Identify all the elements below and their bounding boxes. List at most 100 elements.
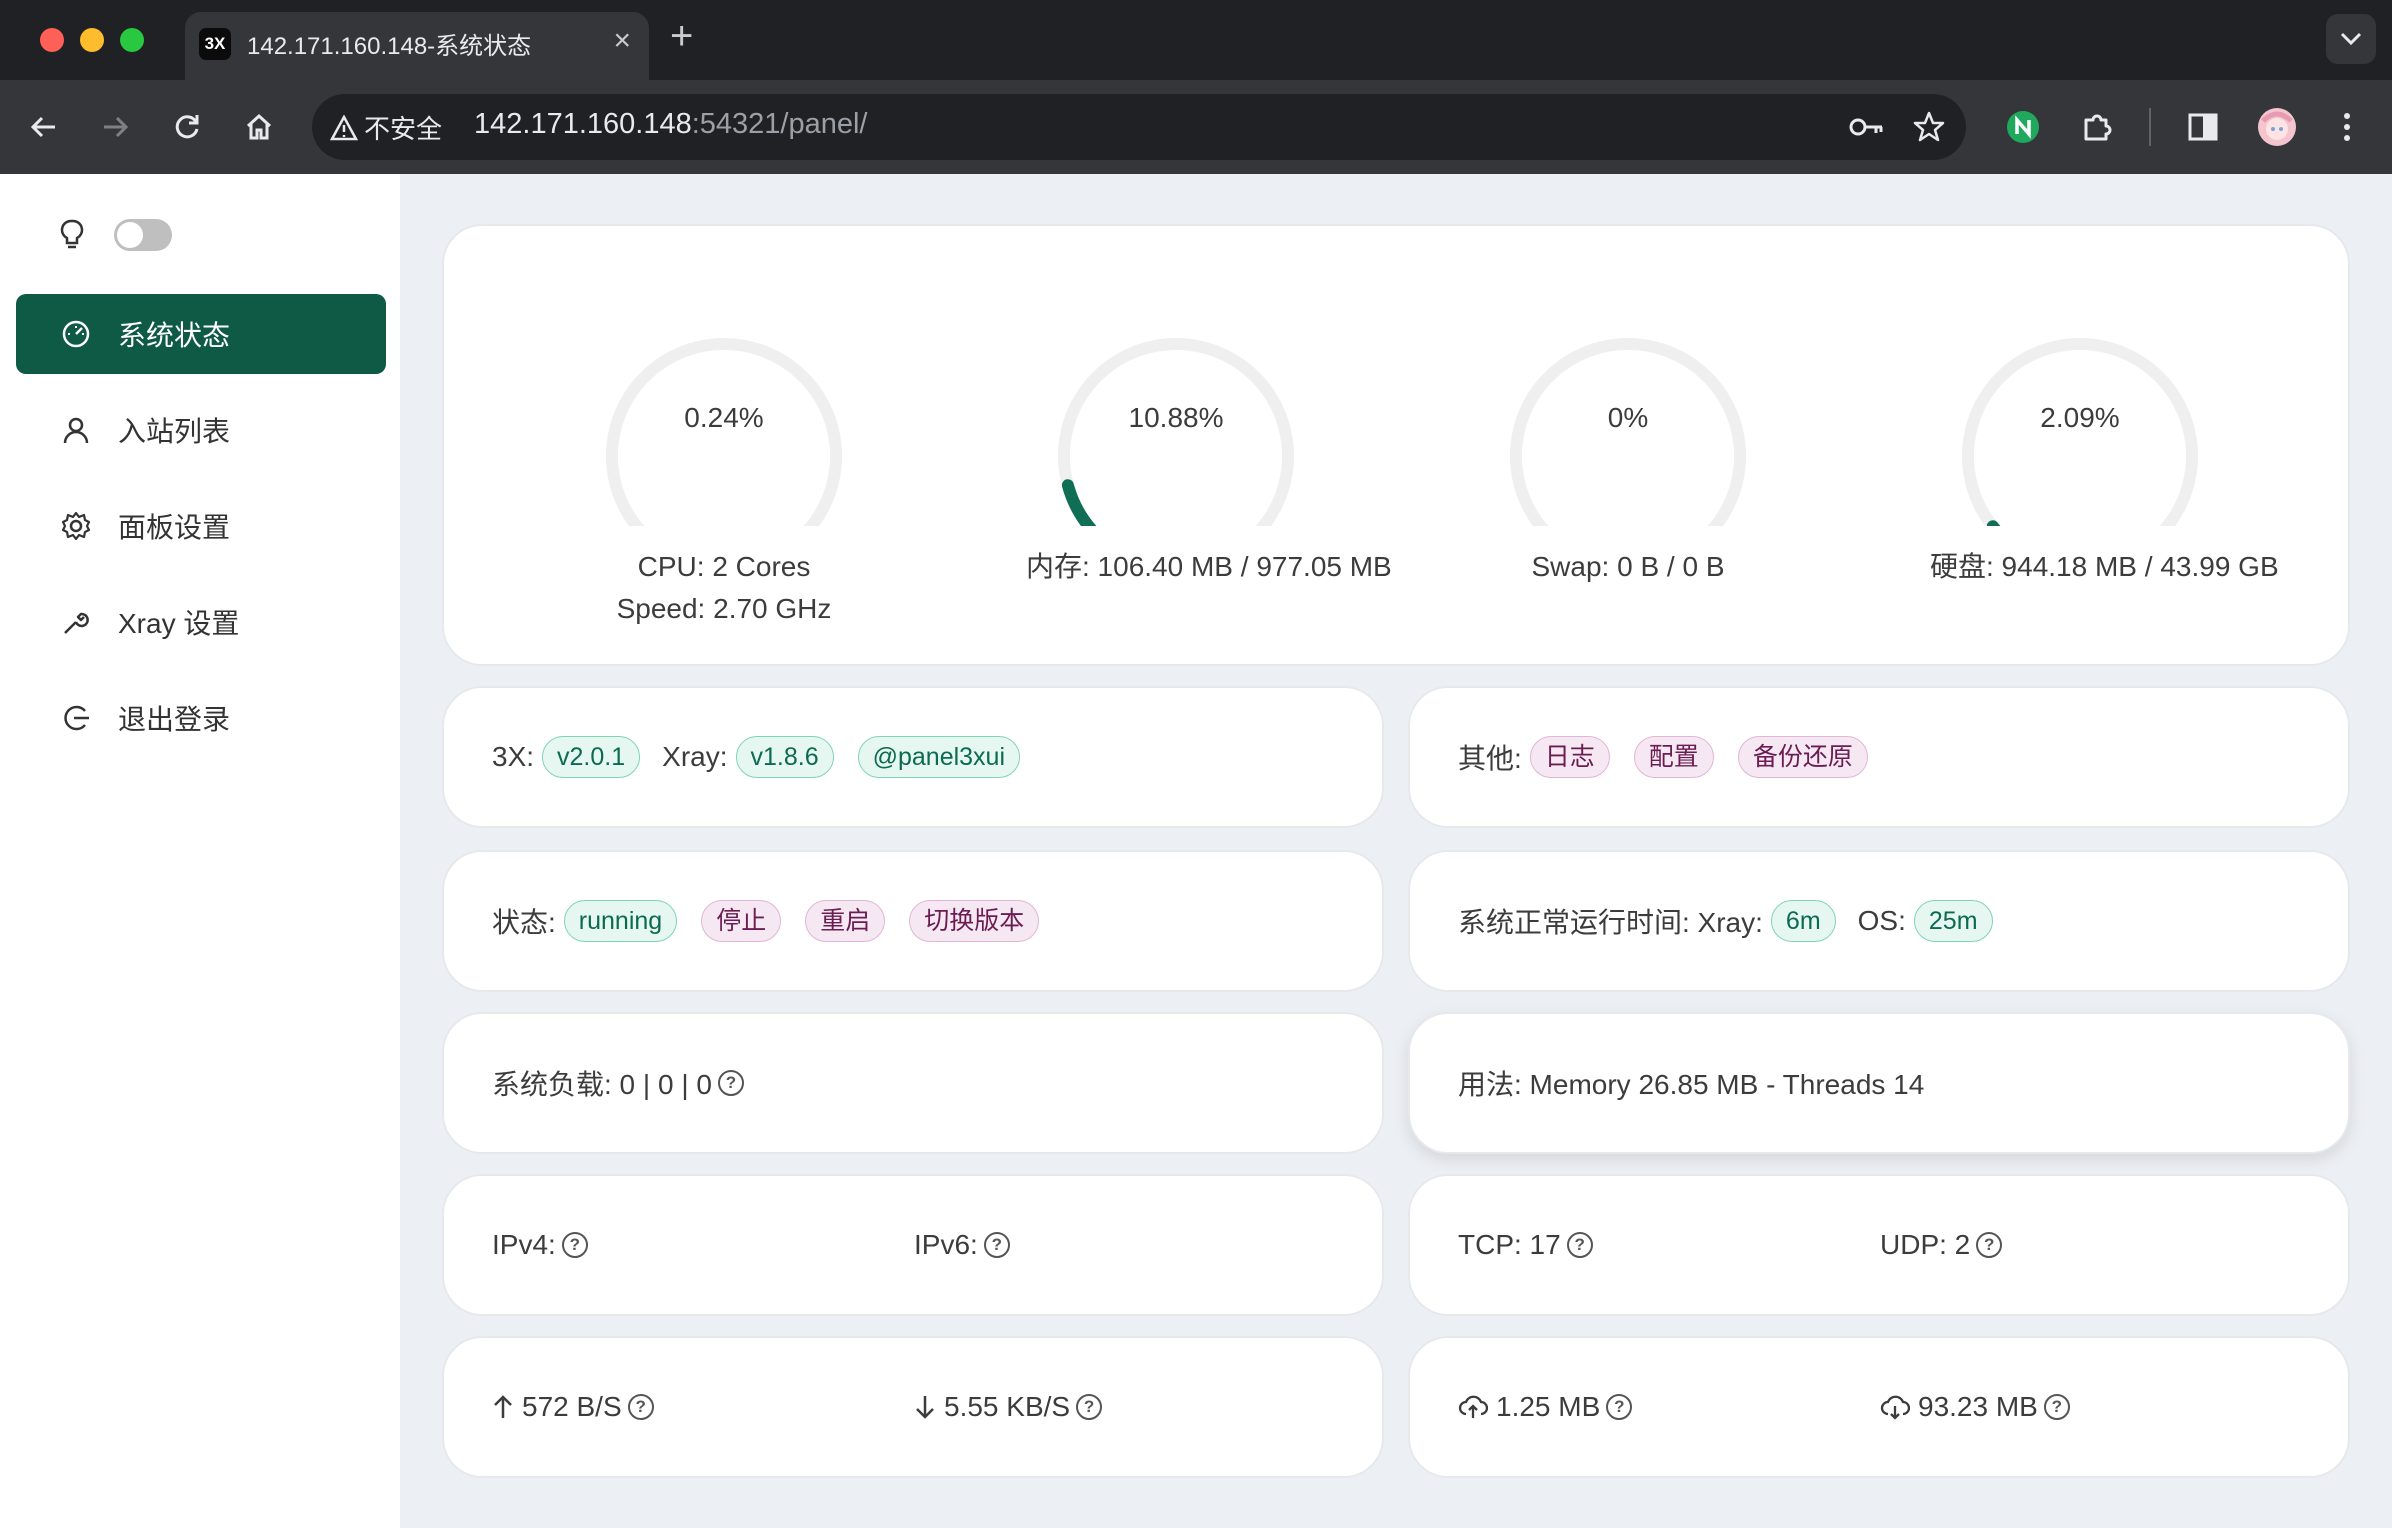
xray-uptime-tag: 6m — [1770, 900, 1836, 942]
help-icon[interactable]: ? — [1566, 1232, 1593, 1258]
reload-icon[interactable] — [164, 104, 210, 150]
insecure-label: 不安全 — [364, 114, 443, 144]
uptime-label: 系统正常运行时间: Xray: — [1458, 907, 1763, 938]
gauge-label: 硬盘: 944.18 MB / 43.99 GB — [1930, 551, 2279, 582]
udp-count: UDP: 2 — [1880, 1229, 1971, 1260]
system-load-row: 系统负载: 0 | 0 | 0 ? — [492, 1014, 744, 1152]
status-badge: running — [563, 900, 678, 942]
gauge-track — [606, 338, 842, 526]
version-card: 3X: v2.0.1 Xray: v1.8.6 @panel3xui — [442, 686, 1384, 828]
help-icon[interactable]: ? — [627, 1394, 654, 1420]
sidebar-item-label: 面板设置 — [118, 512, 231, 543]
maximize-window-button[interactable] — [120, 28, 144, 52]
cpu-speed-label: Speed: 2.70 GHz — [616, 593, 832, 624]
back-icon[interactable] — [21, 104, 67, 150]
sidebar-item-logout[interactable]: 退出登录 — [16, 678, 386, 758]
udp-row: UDP: 2 ? — [1880, 1176, 2003, 1314]
download-speed: 5.55 KB/S — [944, 1391, 1071, 1422]
xray-version-tag: v1.8.6 — [735, 736, 834, 778]
address-bar[interactable]: 不安全 142.171.160.148:54321/panel/ — [312, 94, 1966, 160]
sidebar: 系统状态 入站列表 面板设置 Xray 设置 退出登录 — [0, 174, 400, 1528]
new-tab-icon[interactable]: + — [670, 16, 693, 56]
forward-icon[interactable] — [92, 104, 138, 150]
gauge-track — [1510, 338, 1746, 526]
sidebar-item-label: 系统状态 — [118, 320, 231, 351]
upload-speed: 572 B/S — [522, 1391, 622, 1422]
gauge-value: 0.24% — [684, 402, 764, 433]
sent-traffic-row: 1.25 MB ? — [1458, 1338, 1633, 1476]
help-icon[interactable]: ? — [561, 1232, 588, 1258]
download-speed-row: 5.55 KB/S ? — [914, 1338, 1103, 1476]
url-text[interactable]: 142.171.160.148:54321/panel/ — [474, 108, 868, 141]
x3-version-tag: v2.0.1 — [542, 736, 641, 778]
help-icon[interactable]: ? — [2043, 1394, 2070, 1420]
upload-speed-row: 572 B/S ? — [492, 1338, 654, 1476]
sidebar-item-system-status[interactable]: 系统状态 — [16, 294, 386, 374]
xray-status-card: 状态: running 停止 重启 切换版本 — [442, 850, 1384, 992]
channel-tag[interactable]: @panel3xui — [857, 736, 1021, 778]
network-speed-card: 572 B/S ? 5.55 KB/S ? — [442, 1336, 1384, 1478]
sidebar-item-label: Xray 设置 — [118, 608, 240, 639]
help-icon[interactable]: ? — [717, 1070, 744, 1096]
gauge-value: 0% — [1607, 402, 1649, 433]
received-traffic-row: 93.23 MB ? — [1880, 1338, 2070, 1476]
gauge-label: 内存: 106.40 MB / 977.05 MB — [1026, 551, 1392, 582]
profile-avatar[interactable] — [2254, 104, 2300, 150]
help-icon[interactable]: ? — [1606, 1394, 1633, 1420]
chevron-down-icon — [2340, 32, 2362, 46]
gauge-progress — [1061, 479, 1097, 526]
bookmark-star-icon[interactable] — [1912, 110, 1946, 149]
password-key-icon[interactable] — [1848, 111, 1886, 148]
usage-row: 用法: Memory 26.85 MB - Threads 14 — [1458, 1014, 1924, 1152]
toolbar-divider — [2149, 108, 2151, 146]
sidebar-item-inbounds[interactable]: 入站列表 — [16, 390, 386, 470]
side-panel-icon[interactable] — [2180, 104, 2226, 150]
sidebar-item-xray-settings[interactable]: Xray 设置 — [16, 582, 386, 662]
xray-label: Xray: — [662, 741, 728, 772]
minimize-window-button[interactable] — [80, 28, 104, 52]
tab-close-icon[interactable]: × — [613, 24, 631, 58]
backup-restore-button[interactable]: 备份还原 — [1737, 736, 1868, 778]
sidebar-item-panel-settings[interactable]: 面板设置 — [16, 486, 386, 566]
theme-toggle-row — [60, 218, 172, 252]
restart-button[interactable]: 重启 — [805, 900, 886, 942]
usage-card: 用法: Memory 26.85 MB - Threads 14 — [1408, 1012, 2350, 1154]
logout-icon — [60, 702, 92, 734]
extension-n-icon[interactable] — [2000, 104, 2046, 150]
security-indicator[interactable]: 不安全 — [330, 109, 442, 146]
browser-tab-bar: 3X 142.171.160.148-系统状态 × + — [0, 0, 2392, 80]
uptime-row: 系统正常运行时间: Xray: 6m OS: 25m — [1458, 852, 1993, 990]
stop-button[interactable]: 停止 — [701, 900, 782, 942]
logs-button[interactable]: 日志 — [1529, 736, 1610, 778]
help-icon[interactable]: ? — [1076, 1394, 1103, 1420]
arrow-up-icon — [492, 1394, 514, 1420]
browser-tab[interactable]: 3X 142.171.160.148-系统状态 × — [185, 12, 649, 80]
system-load-card: 系统负载: 0 | 0 | 0 ? — [442, 1012, 1384, 1154]
cloud-upload-icon — [1458, 1394, 1488, 1420]
status-label: 状态: — [492, 907, 556, 938]
dark-mode-switch[interactable] — [114, 219, 172, 251]
extensions-puzzle-icon[interactable] — [2074, 104, 2120, 150]
ipv6-row: IPv6: ? — [914, 1176, 1010, 1314]
help-icon[interactable]: ? — [983, 1232, 1010, 1258]
other-row: 其他: 日志 配置 备份还原 — [1458, 688, 1868, 826]
close-window-button[interactable] — [40, 28, 64, 52]
help-icon[interactable]: ? — [1976, 1232, 2003, 1258]
cpu-cores-label: CPU: 2 Cores — [637, 551, 811, 582]
tab-favicon: 3X — [199, 28, 231, 60]
browser-menu-icon[interactable] — [2324, 104, 2370, 150]
x3-label: 3X: — [492, 741, 535, 772]
os-uptime-label: OS: — [1857, 905, 1906, 936]
other-card: 其他: 日志 配置 备份还原 — [1408, 686, 2350, 828]
traffic-card: 1.25 MB ? 93.23 MB ? — [1408, 1336, 2350, 1478]
wrench-icon — [60, 606, 92, 638]
tab-search-button[interactable] — [2326, 14, 2376, 64]
tcp-row: TCP: 17 ? — [1458, 1176, 1593, 1314]
config-button[interactable]: 配置 — [1633, 736, 1714, 778]
disk-gauge: 2.09% 硬盘: 944.18 MB / 43.99 GB — [1930, 296, 2279, 588]
home-icon[interactable] — [236, 104, 282, 150]
sidebar-item-label: 入站列表 — [118, 416, 231, 447]
switch-version-button[interactable]: 切换版本 — [909, 900, 1040, 942]
gauge-track — [1962, 338, 2198, 526]
ipv6-label: IPv6: — [914, 1229, 978, 1260]
